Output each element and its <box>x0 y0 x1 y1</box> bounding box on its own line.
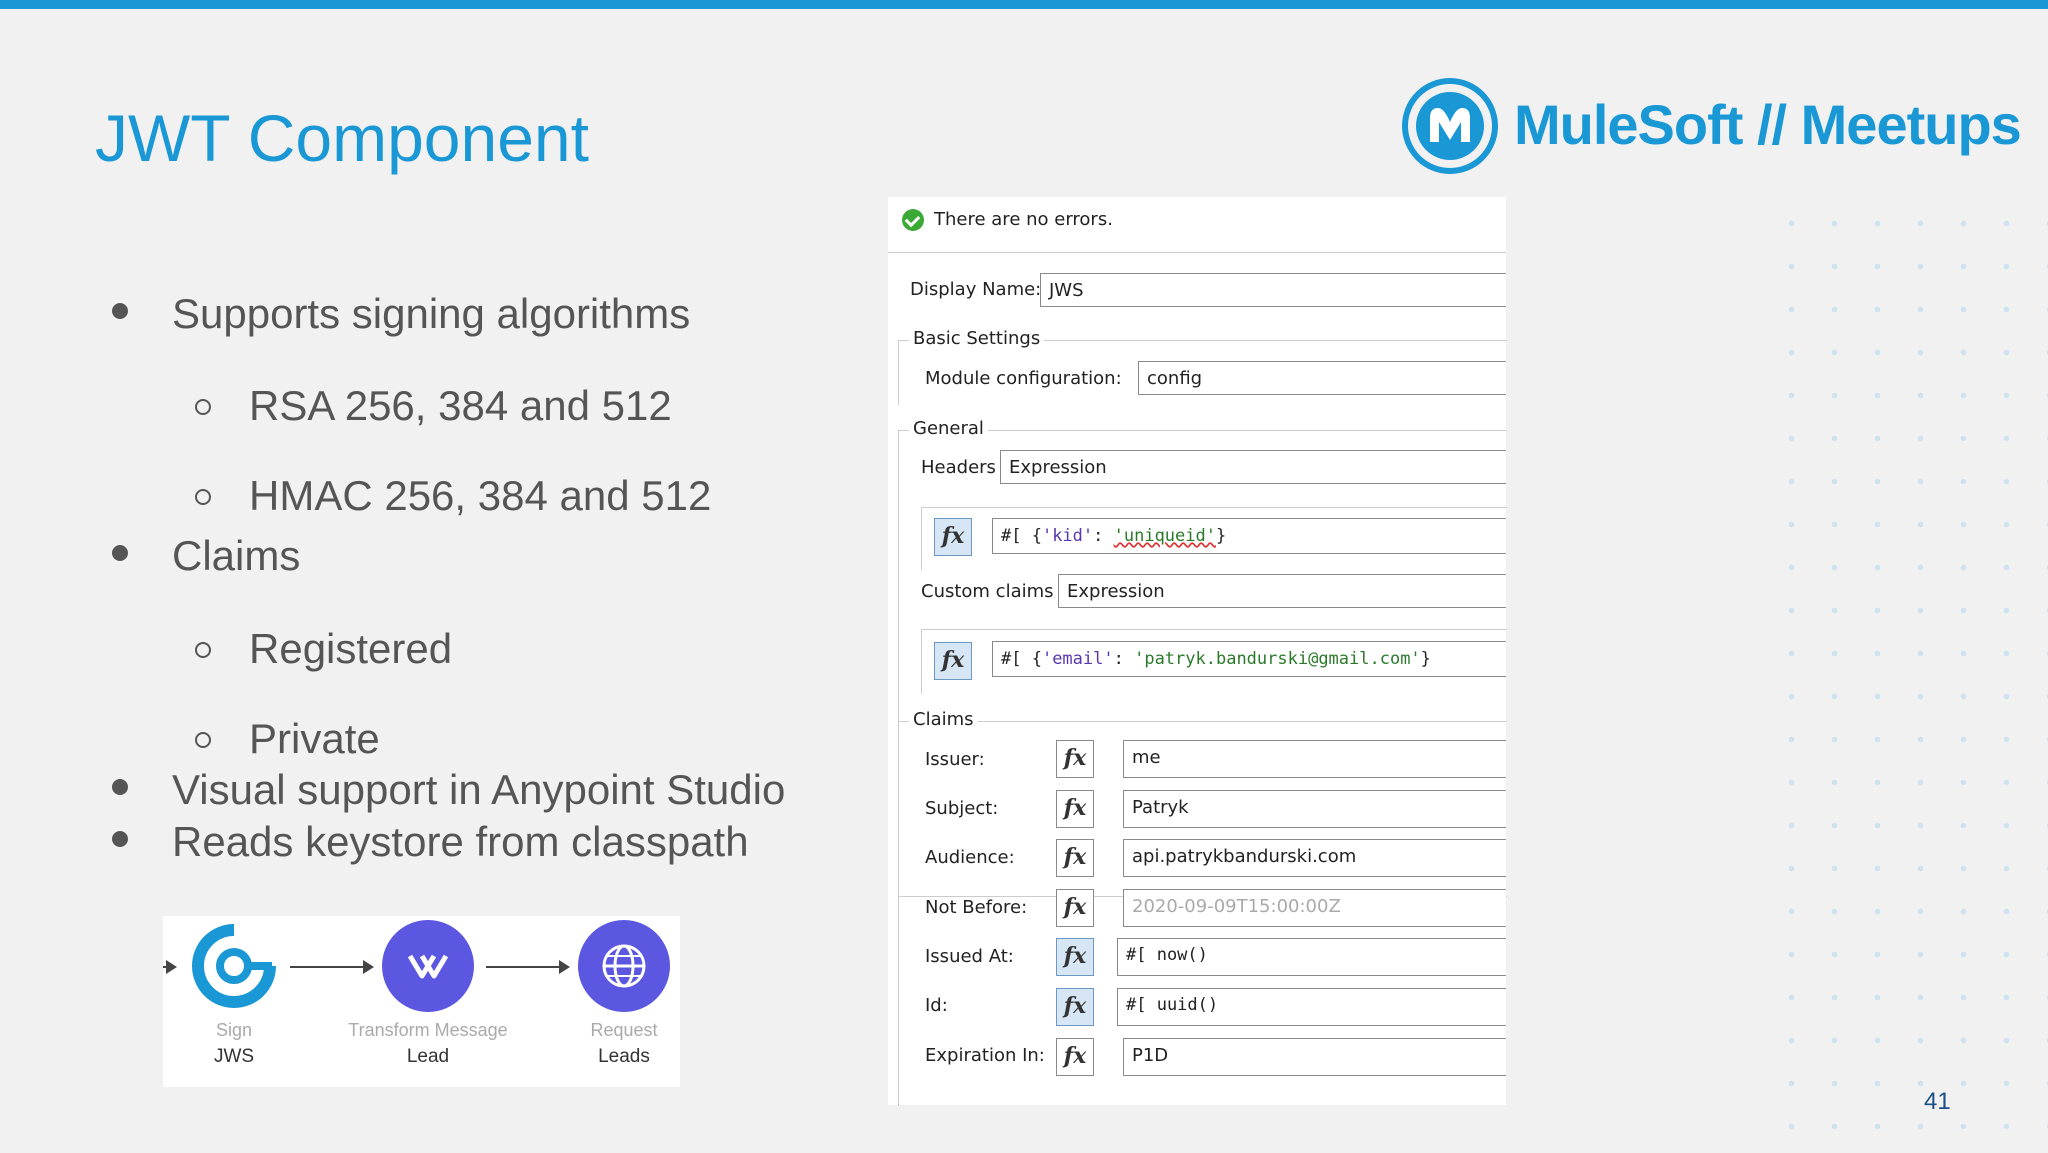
fx-toggle-icon[interactable]: fx <box>1056 839 1094 877</box>
claim-field-issuer[interactable]: me <box>1123 740 1506 778</box>
headers-mode-select[interactable]: Expression <box>1000 450 1506 484</box>
code-token: } <box>1215 526 1227 546</box>
page-number: 41 <box>1924 1088 1951 1115</box>
check-circle-icon <box>902 209 924 231</box>
claim-field-not-before[interactable]: 2020-09-09T15:00:00Z <box>1123 889 1506 927</box>
group-label: General <box>909 418 988 439</box>
bullet-dot <box>112 303 128 319</box>
status-text: There are no errors. <box>934 209 1113 230</box>
node-type-label: Transform Message <box>348 1020 508 1040</box>
code-token: 'kid' <box>1041 526 1094 546</box>
transform-message-icon[interactable] <box>382 920 474 1012</box>
sub-bullet-circle <box>195 489 211 505</box>
globe-request-icon[interactable] <box>578 920 670 1012</box>
claim-label-not-before: Not Before: <box>925 897 1028 918</box>
divider <box>888 252 1506 253</box>
code-token: } <box>1420 649 1431 669</box>
custom-claims-mode-select[interactable]: Expression <box>1058 574 1506 608</box>
module-config-label: Module configuration: <box>925 368 1122 389</box>
node-name-label: Leads <box>598 1046 650 1067</box>
sub-bullet-circle <box>195 399 211 415</box>
node-name-label: JWS <box>213 1046 255 1067</box>
code-token: #[ { <box>1001 526 1042 546</box>
headers-expression-editor[interactable]: #[ {'kid': 'uniqueid'} <box>992 518 1506 554</box>
code-token: 'uniqueid' <box>1113 526 1216 546</box>
claim-field-issued-at[interactable]: #[ now() <box>1117 938 1506 976</box>
fx-toggle-icon[interactable]: fx <box>1056 740 1094 778</box>
node-type-label: Request <box>590 1020 658 1040</box>
bullet-text: Private <box>249 715 380 762</box>
code-token: : <box>1093 526 1114 546</box>
fx-toggle-icon[interactable]: fx <box>934 518 972 556</box>
group-label: Basic Settings <box>909 328 1045 349</box>
mulesoft-logo-icon <box>1402 78 1498 174</box>
flow-arrow-in <box>163 960 177 974</box>
claim-label-issuer: Issuer: <box>925 749 985 770</box>
sign-jws-icon[interactable] <box>188 920 280 1012</box>
claim-field-subject[interactable]: Patryk <box>1123 790 1506 828</box>
claim-field-expiration-in[interactable]: P1D <box>1123 1038 1506 1076</box>
node-type-label: Sign <box>215 1020 253 1040</box>
bullet-text: Claims <box>172 532 301 579</box>
bullet-dot <box>112 779 128 795</box>
bullet-text: Reads keystore from classpath <box>172 818 749 865</box>
code-token: #[ { <box>1001 649 1042 669</box>
custom-claims-expression-editor[interactable]: #[ {'email': 'patryk.bandurski@gmail.com… <box>992 641 1506 677</box>
bullet-text: Supports signing algorithms <box>172 290 691 337</box>
code-token: 'patryk.bandurski@gmail.com' <box>1134 649 1421 669</box>
bullet-dot <box>112 831 128 847</box>
sub-bullet-circle <box>195 642 211 658</box>
group-label: Claims <box>909 709 978 730</box>
fx-toggle-icon[interactable]: fx <box>1056 790 1094 828</box>
claim-field-id[interactable]: #[ uuid() <box>1117 988 1506 1026</box>
node-name-label: Lead <box>406 1046 450 1067</box>
code-token: 'email' <box>1041 649 1114 669</box>
bullet-dot <box>112 545 128 561</box>
custom-claims-label: Custom claims <box>921 581 1054 602</box>
bullet-text: Registered <box>249 625 453 672</box>
sub-bullet-circle <box>195 732 211 748</box>
mulesoft-meetups-logo: MuleSoft // Meetups <box>1402 78 2022 178</box>
display-name-label: Display Name: <box>910 279 1042 300</box>
flow-arrow <box>486 960 570 974</box>
mule-flow-diagram: Sign JWS Transform Message Lead Request … <box>163 916 680 1087</box>
bullet-text: RSA 256, 384 and 512 <box>249 382 672 429</box>
fx-toggle-icon[interactable]: fx <box>1056 988 1094 1026</box>
flow-arrow <box>290 960 374 974</box>
jws-properties-panel: There are no errors. Display Name: JWS B… <box>888 197 1507 1106</box>
fx-toggle-icon[interactable]: fx <box>1056 1038 1094 1076</box>
fx-toggle-icon[interactable]: fx <box>934 642 972 680</box>
display-name-field[interactable]: JWS <box>1040 273 1506 307</box>
claim-label-id: Id: <box>925 995 948 1016</box>
fx-toggle-icon[interactable]: fx <box>1056 938 1094 976</box>
module-config-select[interactable]: config <box>1138 361 1506 395</box>
claim-label-subject: Subject: <box>925 798 999 819</box>
fx-toggle-icon[interactable]: fx <box>1056 889 1094 927</box>
bullet-text: Visual support in Anypoint Studio <box>172 766 786 813</box>
claim-label-issued-at: Issued At: <box>925 946 1014 967</box>
logo-text: MuleSoft // Meetups <box>1514 93 2022 156</box>
claim-label-expiration-in: Expiration In: <box>925 1045 1045 1066</box>
slide-title: JWT Component <box>95 101 589 175</box>
claim-field-audience[interactable]: api.patrykbandurski.com <box>1123 839 1506 877</box>
bullet-text: HMAC 256, 384 and 512 <box>249 472 712 519</box>
claim-label-audience: Audience: <box>925 847 1015 868</box>
code-token: : <box>1113 649 1135 669</box>
top-accent-bar <box>0 0 2048 9</box>
headers-label: Headers <box>921 457 996 478</box>
